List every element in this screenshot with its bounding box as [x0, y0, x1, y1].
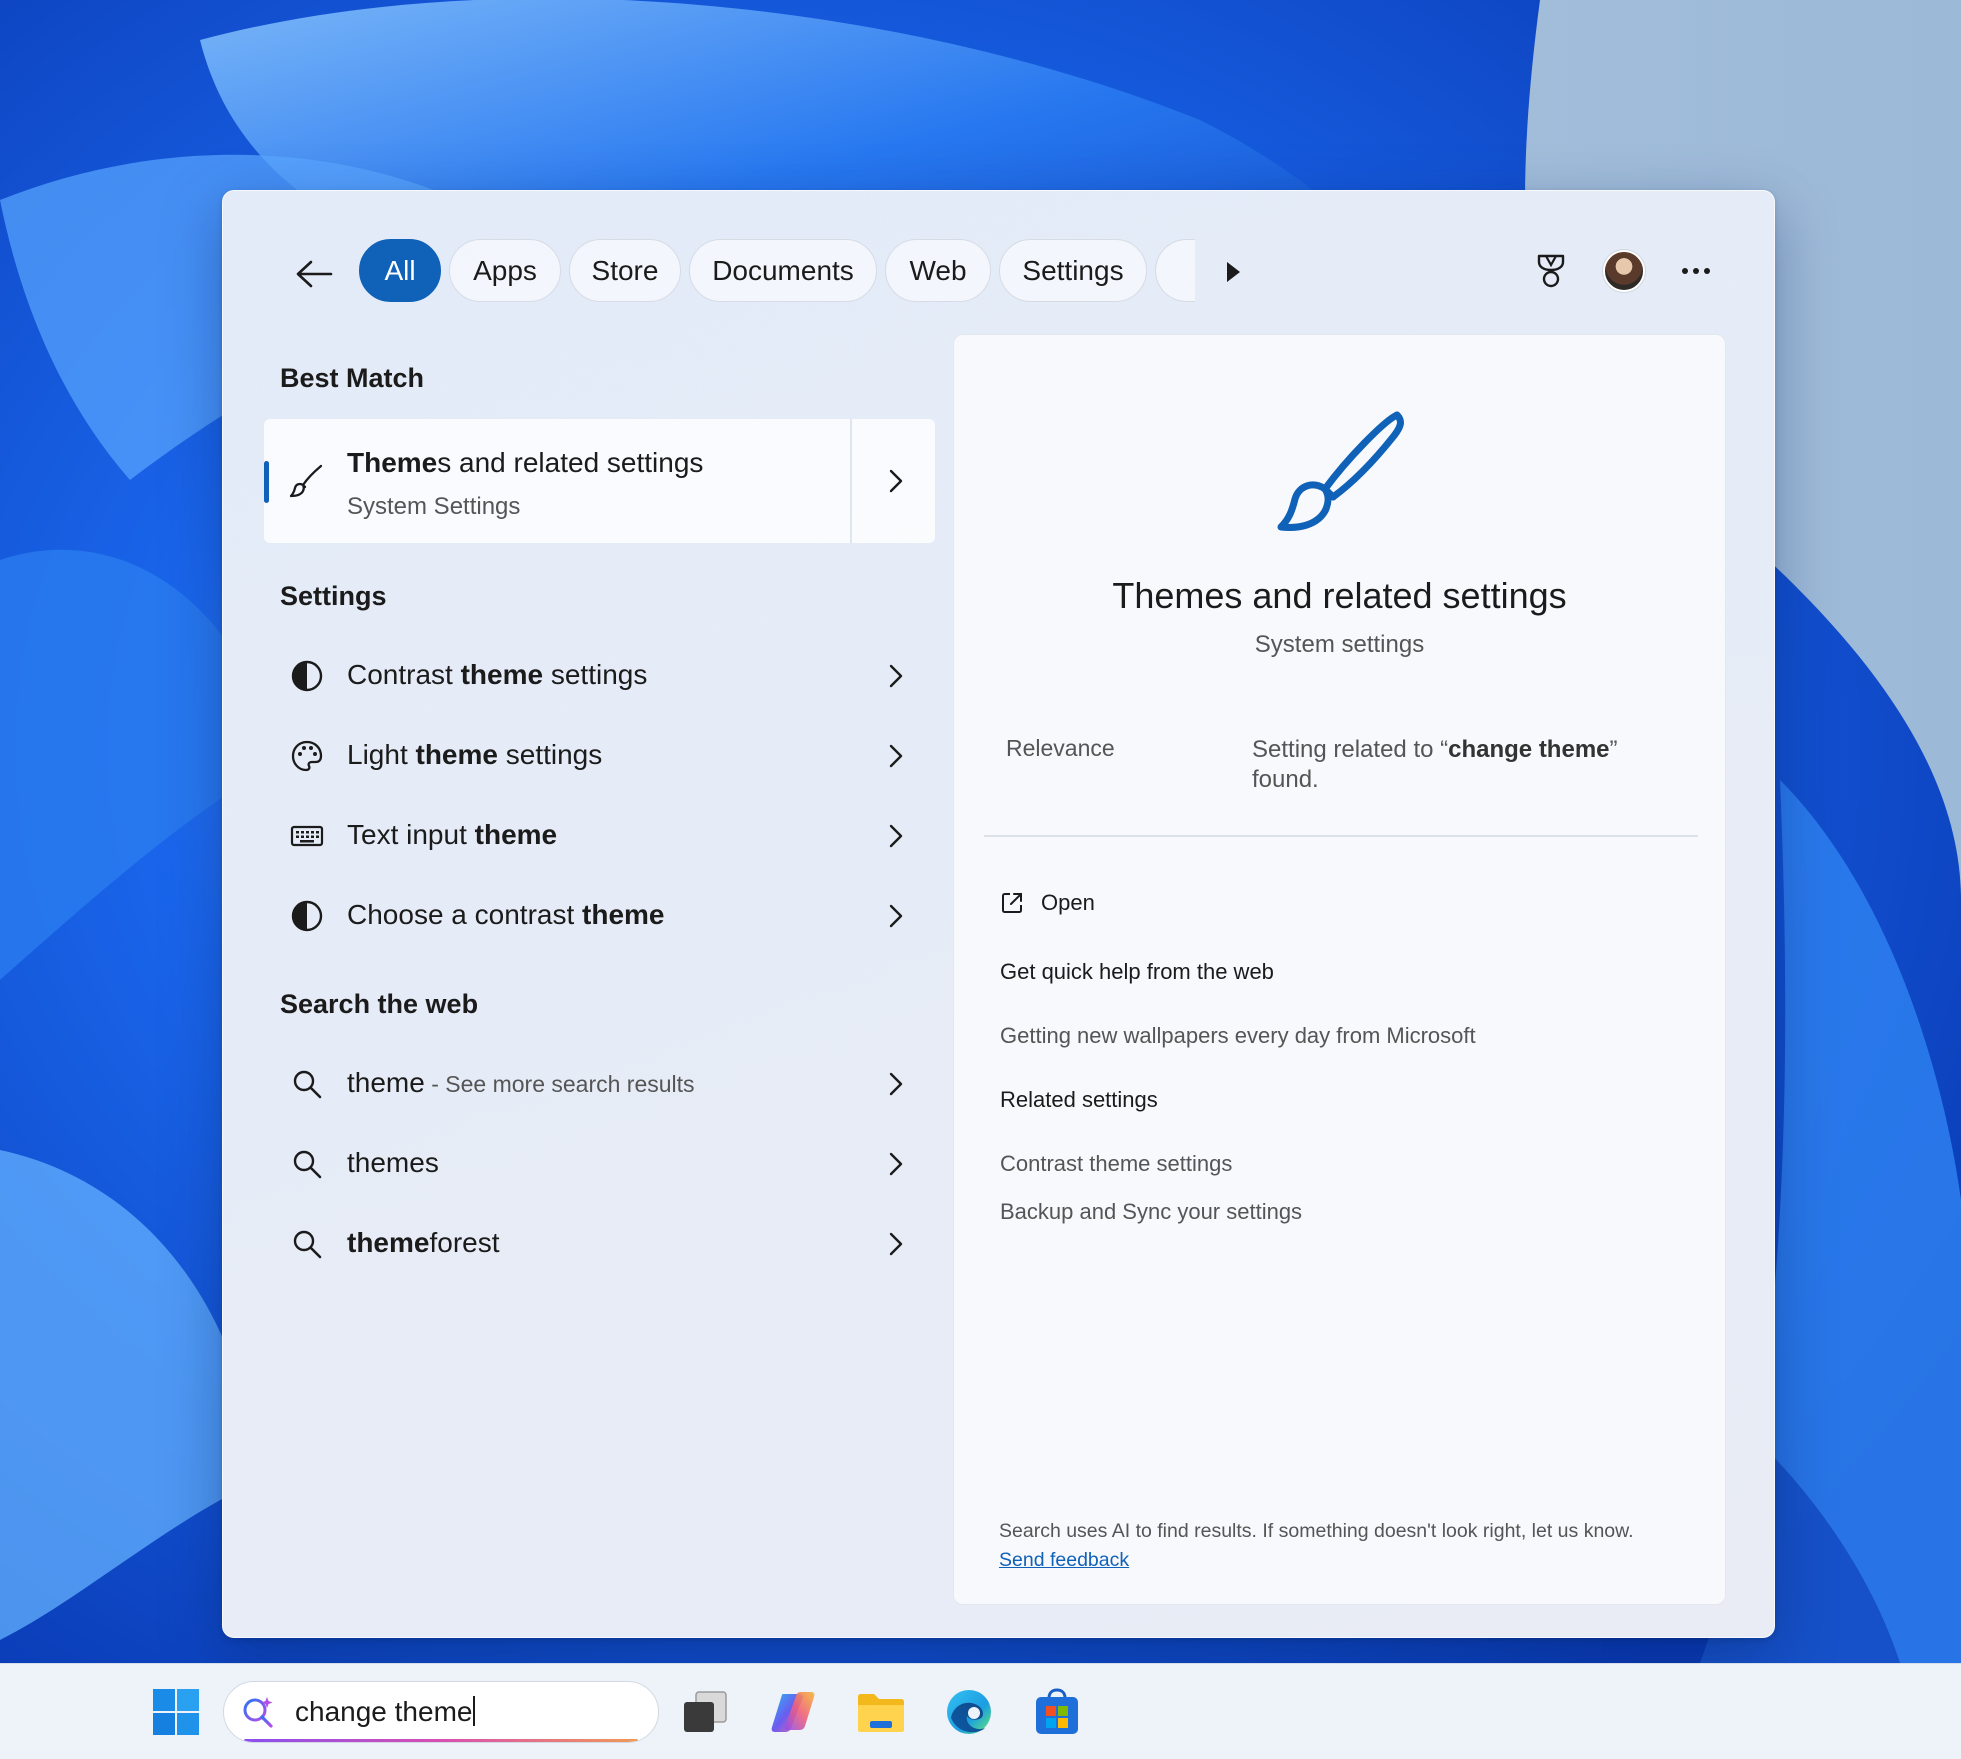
tab-web[interactable]: Web	[885, 239, 991, 302]
account-button[interactable]	[1596, 243, 1652, 299]
relevance-value: Setting related to “change theme” found.	[1252, 736, 1618, 793]
relevance-label: Relevance	[1006, 735, 1115, 761]
preview-title: Themes and related settings	[1112, 575, 1567, 616]
scroll-tabs-button[interactable]	[1213, 249, 1253, 295]
avatar	[1603, 250, 1645, 292]
web-result[interactable]: themeforest	[264, 1209, 935, 1279]
settings-result[interactable]: Contrast theme settings	[264, 641, 935, 711]
start-button[interactable]	[148, 1684, 204, 1740]
tab-settings[interactable]: Settings	[999, 239, 1147, 302]
back-button[interactable]	[289, 249, 339, 299]
preview-subtitle: System settings	[1254, 631, 1425, 658]
preview-pane: Themes and related settings System setti…	[953, 334, 1726, 1605]
paintbrush-icon	[284, 459, 328, 503]
open-external-icon	[1002, 893, 1022, 913]
file-explorer-button[interactable]	[853, 1684, 909, 1740]
divider	[850, 419, 852, 543]
keyboard-icon	[284, 813, 330, 859]
chevron-right-icon[interactable]	[876, 894, 916, 938]
settings-result[interactable]: Light theme settings	[264, 721, 935, 791]
contrast-icon	[284, 653, 330, 699]
result-label: themes	[347, 1147, 439, 1178]
rewards-button[interactable]	[1523, 243, 1579, 299]
open-label: Open	[1041, 890, 1095, 915]
task-view-icon	[684, 1691, 727, 1732]
copilot-search-icon	[243, 1697, 273, 1728]
search-icon	[284, 1061, 330, 1107]
tab-apps[interactable]: Apps	[449, 239, 561, 302]
web-heading: Search the web	[280, 989, 479, 1019]
best-match-title: Themes and related settings	[347, 447, 704, 478]
result-label: Contrast theme settings	[347, 659, 648, 690]
best-match-subtitle: System Settings	[347, 493, 521, 520]
chevron-right-icon[interactable]	[876, 734, 916, 778]
more-options-button[interactable]	[1668, 243, 1724, 299]
best-match-result[interactable]: Themes and related settings System Setti…	[264, 419, 935, 543]
open-action[interactable]: Open	[999, 883, 1095, 923]
web-result[interactable]: theme - See more search results	[264, 1049, 935, 1119]
divider	[984, 835, 1698, 837]
arrow-left-icon	[296, 260, 333, 288]
palette-icon	[284, 733, 330, 779]
settings-result[interactable]: Choose a contrast theme	[264, 881, 935, 951]
send-feedback-link[interactable]: Send feedback	[999, 1549, 1129, 1572]
selection-indicator	[264, 461, 269, 503]
related-backup-link[interactable]: Backup and Sync your settings	[1000, 1199, 1302, 1225]
task-view-button[interactable]	[677, 1684, 733, 1740]
caret-right-icon	[1227, 262, 1240, 282]
search-query: change theme	[295, 1696, 476, 1728]
tab-documents[interactable]: Documents	[689, 239, 877, 302]
result-label: Choose a contrast theme	[347, 899, 665, 930]
trophy-icon	[1537, 254, 1565, 288]
copilot-button[interactable]	[765, 1684, 821, 1740]
result-label: Text input theme	[347, 819, 558, 850]
related-settings-heading: Related settings	[1000, 1087, 1158, 1112]
result-label: theme - See more search results	[347, 1067, 695, 1098]
quick-help-heading: Get quick help from the web	[1000, 959, 1274, 984]
edge-browser-button[interactable]	[941, 1684, 997, 1740]
search-flyout: All Apps Store Documents Web Settings Be…	[222, 190, 1775, 1638]
text-caret	[473, 1696, 476, 1726]
taskbar-search-input[interactable]: change theme	[223, 1681, 659, 1743]
related-contrast-link[interactable]: Contrast theme settings	[1000, 1151, 1232, 1177]
tab-overflow-partial[interactable]	[1155, 239, 1195, 302]
store-bag-icon	[1036, 1688, 1078, 1734]
chevron-right-icon[interactable]	[876, 1222, 916, 1266]
contrast-icon	[284, 893, 330, 939]
chevron-right-icon[interactable]	[876, 1142, 916, 1186]
edge-icon	[947, 1690, 991, 1734]
chevron-right-icon[interactable]	[876, 459, 916, 503]
windows-logo-icon	[153, 1689, 199, 1735]
result-label: Light theme settings	[347, 739, 603, 770]
chevron-right-icon[interactable]	[876, 654, 916, 698]
copilot-icon	[771, 1692, 815, 1732]
ai-disclaimer: Search uses AI to find results. If somet…	[999, 1520, 1634, 1542]
result-label: themeforest	[347, 1227, 500, 1258]
microsoft-store-button[interactable]	[1029, 1684, 1085, 1740]
settings-result[interactable]: Text input theme	[264, 801, 935, 871]
wallpapers-link[interactable]: Getting new wallpapers every day from Mi…	[1000, 1023, 1476, 1049]
chevron-right-icon[interactable]	[876, 1062, 916, 1106]
tab-store[interactable]: Store	[569, 239, 681, 302]
search-icon	[284, 1221, 330, 1267]
tab-all[interactable]: All	[359, 239, 441, 302]
paintbrush-icon	[1277, 411, 1404, 531]
more-horizontal-icon	[1682, 268, 1710, 274]
folder-icon	[858, 1694, 904, 1732]
settings-heading: Settings	[280, 581, 387, 611]
search-icon	[284, 1141, 330, 1187]
taskbar: change theme	[0, 1663, 1961, 1759]
chevron-right-icon[interactable]	[876, 814, 916, 858]
web-result[interactable]: themes	[264, 1129, 935, 1199]
filter-bar: All Apps Store Documents Web Settings	[223, 191, 1774, 331]
best-match-heading: Best Match	[280, 363, 425, 393]
search-underline	[244, 1739, 638, 1742]
